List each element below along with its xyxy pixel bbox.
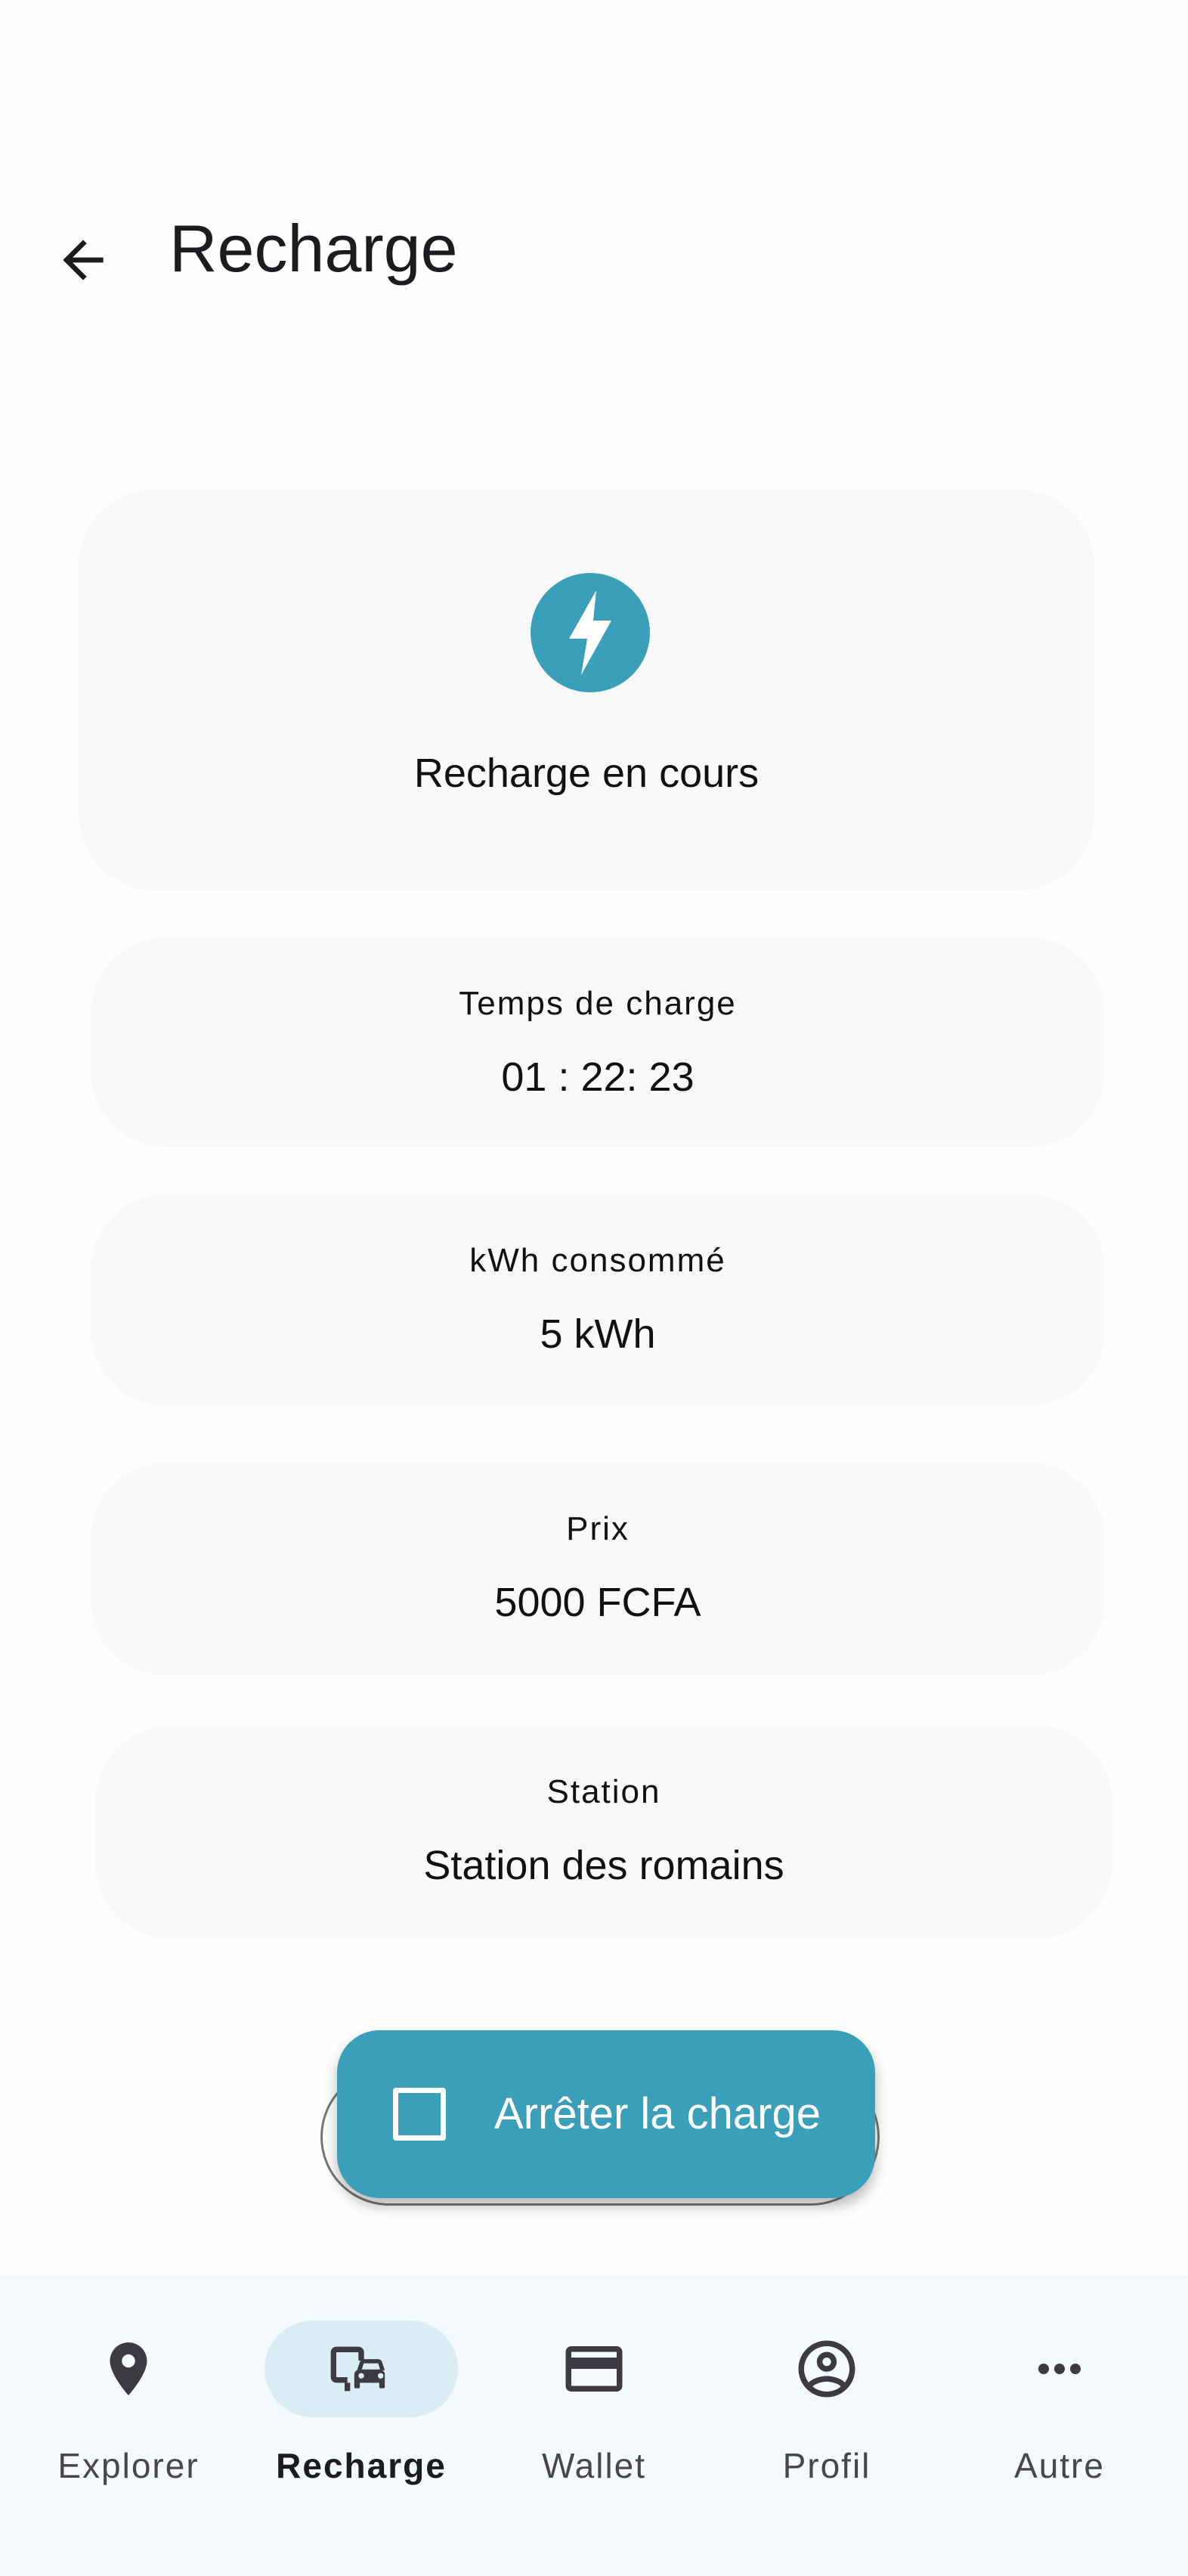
price-value: 5000 FCFA bbox=[494, 1580, 701, 1625]
station-value: Station des romains bbox=[423, 1843, 784, 1888]
charging-status-icon bbox=[531, 573, 650, 692]
charge-time-card: Temps de charge 01 : 22: 23 bbox=[91, 937, 1105, 1147]
nav-label-explorer: Explorer bbox=[57, 2446, 200, 2485]
price-card: Prix 5000 FCFA bbox=[91, 1463, 1105, 1676]
back-button[interactable] bbox=[42, 219, 124, 301]
charging-status-card: Recharge en cours bbox=[79, 490, 1094, 890]
nav-item-explorer[interactable]: Explorer bbox=[12, 2313, 245, 2509]
nav-label-profil: Profil bbox=[782, 2446, 871, 2485]
location-pin-icon bbox=[91, 2331, 166, 2407]
bottom-navigation: Explorer Recharge Wallet Profil Autre bbox=[0, 2275, 1188, 2576]
more-horiz-icon bbox=[1022, 2331, 1097, 2407]
station-card: Station Station des romains bbox=[95, 1726, 1112, 1939]
charge-time-label: Temps de charge bbox=[459, 985, 737, 1022]
charging-car-icon bbox=[323, 2331, 399, 2407]
app-bar: Recharge bbox=[0, 174, 1188, 325]
lightning-bolt-icon bbox=[569, 590, 611, 675]
credit-card-icon bbox=[556, 2331, 632, 2407]
account-circle-icon bbox=[789, 2331, 865, 2407]
stop-charge-label: Arrêter la charge bbox=[494, 2089, 821, 2138]
kwh-consumed-card: kWh consommé 5 kWh bbox=[91, 1194, 1105, 1406]
nav-item-profil[interactable]: Profil bbox=[710, 2313, 943, 2509]
nav-label-wallet: Wallet bbox=[541, 2446, 647, 2485]
nav-item-recharge[interactable]: Recharge bbox=[245, 2313, 478, 2509]
charge-time-value: 01 : 22: 23 bbox=[501, 1054, 695, 1100]
nav-label-recharge: Recharge bbox=[276, 2446, 447, 2485]
kwh-consumed-value: 5 kWh bbox=[540, 1311, 656, 1357]
stop-square-icon bbox=[393, 2088, 446, 2141]
page-title: Recharge bbox=[169, 211, 458, 286]
price-label: Prix bbox=[566, 1510, 630, 1547]
nav-label-autre: Autre bbox=[1014, 2446, 1105, 2485]
station-label: Station bbox=[546, 1773, 661, 1810]
charging-status-label: Recharge en cours bbox=[413, 751, 760, 796]
arrow-back-icon bbox=[63, 240, 104, 280]
stop-charge-button[interactable]: Arrêter la charge bbox=[337, 2030, 875, 2198]
nav-item-wallet[interactable]: Wallet bbox=[478, 2313, 710, 2509]
kwh-consumed-label: kWh consommé bbox=[469, 1242, 726, 1279]
nav-item-autre[interactable]: Autre bbox=[943, 2313, 1176, 2509]
